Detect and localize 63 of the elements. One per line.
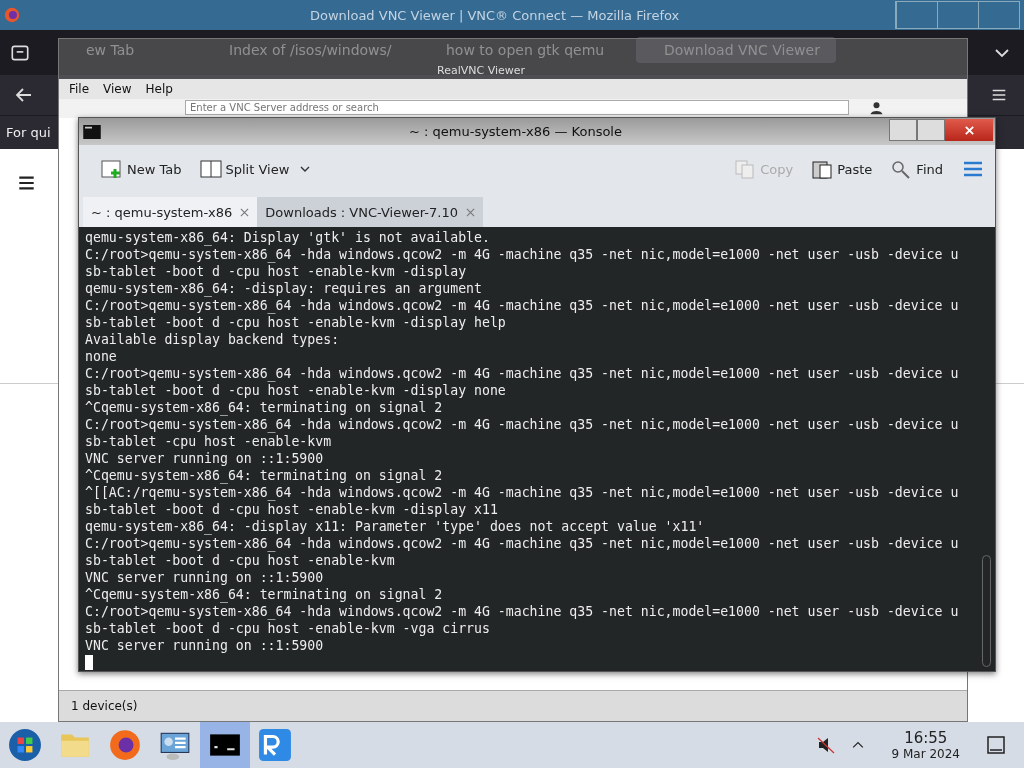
terminal-line: sb-tablet -boot d -cpu host -enable-kvm -display xyxy=(85,263,467,280)
terminal-icon xyxy=(83,124,101,139)
menu-item[interactable]: Help xyxy=(145,82,173,96)
toolbar-button[interactable]: New Tab xyxy=(95,157,188,181)
terminal-line: ^Cqemu-system-x86_64: terminating on signal 2 xyxy=(85,467,443,484)
bookmark-text[interactable]: For qui xyxy=(6,125,51,140)
show-desktop-icon[interactable] xyxy=(986,735,1006,755)
terminal-line: sb-tablet -boot d -cpu host -enable-kvm -display help xyxy=(85,314,506,331)
menu-icon[interactable] xyxy=(16,174,37,192)
window-title: RealVNC Viewer xyxy=(437,64,526,77)
terminal-line: sb-tablet -boot d -cpu host -enable-kvm -vga cirrus xyxy=(85,620,490,637)
terminal-line: Available display backend types: xyxy=(85,331,340,348)
terminal-line: C:/root>qemu-system-x86_64 -hda windows.qcow2 -m 4G -machine q35 -net nic,model=e1000 -net user -usb -device u xyxy=(85,535,959,552)
terminal-line: C:/root>qemu-system-x86_64 -hda windows.qcow2 -m 4G -machine q35 -net nic,model=e1000 -net user -usb -device u xyxy=(85,246,959,263)
browser-icon xyxy=(108,728,142,762)
paste-icon xyxy=(811,159,834,179)
terminal-tab[interactable]: Downloads : VNC-Viewer-7.10 xyxy=(257,197,483,227)
close-button[interactable] xyxy=(945,119,993,141)
terminal-line: VNC server running on ::1:5900 xyxy=(85,637,324,654)
menu-item[interactable]: View xyxy=(103,82,132,96)
close-icon[interactable] xyxy=(466,207,475,217)
terminal-line: C:/root>qemu-system-x86_64 -hda windows.qcow2 -m 4G -machine q35 -net nic,model=e1000 -net user -usb -device u xyxy=(85,297,959,314)
muted-speaker-icon[interactable] xyxy=(815,735,836,755)
terminal-line: qemu-system-x86_64: -display x11: Parameter 'type' does not accept value 'x11' xyxy=(85,518,705,535)
clock-date[interactable]: 9 Mar 2024 xyxy=(891,747,960,760)
close-icon xyxy=(963,124,975,136)
terminal-line: VNC server running on ::1:5900 xyxy=(85,569,324,586)
browser-icon xyxy=(3,6,21,24)
terminal-line: C:/root>qemu-system-x86_64 -hda windows.qcow2 -m 4G -machine q35 -net nic,model=e1000 -net user -usb -device u xyxy=(85,365,959,382)
split-view-icon xyxy=(199,159,222,179)
toolbar-button[interactable]: Split View xyxy=(193,157,318,181)
terminal-line: sb-tablet -boot d -cpu host -enable-kvm xyxy=(85,552,395,569)
terminal-line: none xyxy=(85,348,117,365)
new-tab-icon xyxy=(101,159,123,179)
start-orb-icon xyxy=(8,728,42,762)
terminal-tab[interactable]: ~ : qemu-system-x86 xyxy=(83,197,258,227)
terminal-line: sb-tablet -boot d -cpu host -enable-kvm -display x11 xyxy=(85,501,498,518)
close-icon[interactable] xyxy=(240,207,250,217)
user-icon[interactable] xyxy=(869,100,884,115)
terminal-line: C:/root>qemu-system-x86_64 -hda windows.qcow2 -m 4G -machine q35 -net nic,model=e1000 -net user -usb -device u xyxy=(85,416,959,433)
toolbar-button[interactable]: Find xyxy=(884,157,949,181)
terminal-line: ^Cqemu-system-x86_64: terminating on signal 2 xyxy=(85,399,443,416)
terminal-line: qemu-system-x86_64: -display: requires an argument xyxy=(85,280,482,297)
search-field[interactable]: Enter a VNC Server address or search xyxy=(185,100,849,115)
app-logo-icon xyxy=(258,728,292,762)
menu-item[interactable]: File xyxy=(69,82,90,96)
terminal-line: VNC server running on ::1:5900 xyxy=(85,450,324,467)
clock-time[interactable]: 16:55 xyxy=(904,730,948,746)
taskbar-app[interactable] xyxy=(200,722,250,768)
terminal-line: sb-tablet -boot d -cpu host -enable-kvm -display none xyxy=(85,382,506,399)
status-text: 1 device(s) xyxy=(71,699,138,713)
terminal-line: qemu-system-x86_64: Display 'gtk' is not available. xyxy=(85,229,490,246)
terminal-line: sb-tablet -cpu host -enable-kvm xyxy=(85,433,332,450)
minimize-button[interactable] xyxy=(889,119,917,141)
copy-icon xyxy=(734,159,757,179)
terminal-line: ^[[AC:/rqemu-system-x86_64 -hda windows.qcow2 -m 4G -machine q35 -net nic,model=e1000 -net user -usb -device u xyxy=(85,484,959,501)
toolbar-button[interactable]: Paste xyxy=(805,157,879,181)
terminal-line: ^Cqemu-system-x86_64: terminating on signal 2 xyxy=(85,586,443,603)
terminal-line: C:/root>qemu-system-x86_64 -hda windows.qcow2 -m 4G -machine q35 -net nic,model=e1000 -net user -usb -device u xyxy=(85,603,959,620)
window-title: ~ : qemu-system-x86 — Konsole xyxy=(409,124,622,139)
window-title: Download VNC Viewer | VNC® Connect — Mozilla Firefox xyxy=(310,7,680,23)
text-cursor xyxy=(85,655,93,670)
maximize-button[interactable] xyxy=(917,119,945,141)
